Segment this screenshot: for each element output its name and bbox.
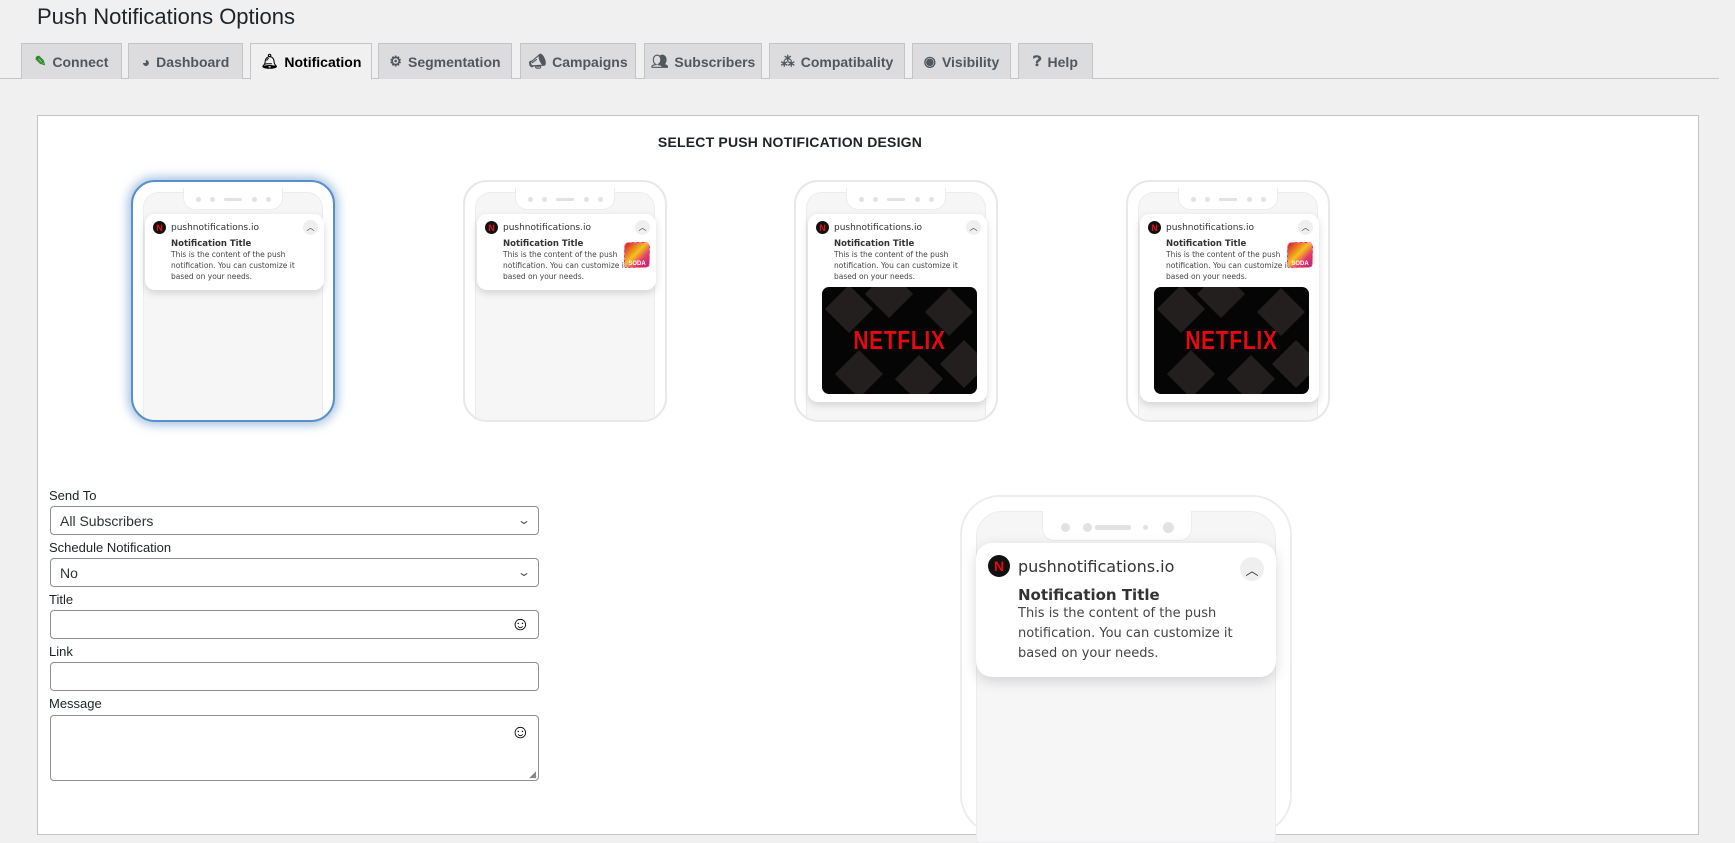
circles-icon: ⁂ [780,53,795,69]
design-heading: SELECT PUSH NOTIFICATION DESIGN [657,134,923,150]
schedule-label: Schedule Notification [49,540,172,555]
tab-dashboard[interactable]: ◕ Dashboard [128,43,243,79]
design-option-icon[interactable]: Npushnotifications.io ︿ SODA Notificatio… [463,180,667,422]
bell-icon: 🔔︎ [260,53,279,69]
netflix-logo-icon: N [1148,221,1161,234]
emoji-picker-icon[interactable]: ☺ [511,722,530,744]
notification-card: Npushnotifications.io ︿ Notification Tit… [808,214,987,402]
title-label: Title [49,592,74,607]
chevron-up-icon: ︿ [635,220,650,235]
send-to-select[interactable]: All Subscribers ⌄ [50,506,539,535]
netflix-logo-icon: N [816,221,829,234]
dashboard-icon: ◕ [141,53,151,70]
users-icon: 👥︎ [650,53,669,69]
message-textarea[interactable]: ☺ ◢ [50,715,539,781]
netflix-banner-image: NETFLIX [822,287,977,394]
emoji-picker-icon[interactable]: ☺ [511,614,530,636]
plug-icon: ✎ [34,53,47,69]
netflix-banner-image: NETFLIX [1154,287,1309,394]
design-option-image[interactable]: Npushnotifications.io ︿ Notification Tit… [794,180,998,422]
title-input[interactable]: ☺ [50,610,539,639]
netflix-logo-icon: N [988,555,1010,577]
message-label: Message [49,696,102,711]
tab-visibility[interactable]: ◉ Visibility [912,43,1011,79]
page-title: Push Notifications Options [37,4,296,29]
chevron-up-icon: ︿ [303,220,318,235]
netflix-logo-icon: N [153,221,166,234]
tab-segmentation[interactable]: ⚙ Segmentation [378,43,512,79]
tab-compatibality[interactable]: ⁂ Compatibality [769,43,905,79]
link-label: Link [49,644,73,659]
tab-connect[interactable]: ✎ Connect [21,43,122,79]
chevron-up-icon: ︿ [966,220,981,235]
candy-app-icon: SODA [1287,242,1313,268]
tab-campaigns[interactable]: 📣︎ Campaigns [520,43,636,79]
tab-help[interactable]: ❓︎ Help [1018,43,1093,79]
tab-bar: ✎ Connect ◕ Dashboard 🔔︎ Notification ⚙ Segm… [0,43,1719,80]
notification-card: Npushnotifications.io ︿ SODA Notificatio… [477,214,656,290]
chevron-up-icon[interactable]: ︿ [1240,557,1264,581]
design-option-icon-image[interactable]: Npushnotifications.io ︿ SODA Notificatio… [1126,180,1330,422]
megaphone-icon: 📣︎ [528,53,547,69]
chevron-down-icon: ⌄ [516,513,532,527]
tab-subscribers[interactable]: 👥︎ Subscribers [644,43,762,79]
netflix-logo-icon: N [485,221,498,234]
preview-notification-card: Npushnotifications.io ︿ Notification Tit… [976,543,1276,677]
send-to-label: Send To [49,488,97,503]
help-icon: ❓︎ [1033,53,1042,69]
tab-notification[interactable]: 🔔︎ Notification [250,43,372,80]
eye-icon: ◉ [923,53,936,69]
chevron-up-icon: ︿ [1298,220,1313,235]
notification-card: Npushnotifications.io ︿ Notification Tit… [145,214,324,290]
schedule-select[interactable]: No ⌄ [50,558,539,587]
design-option-basic[interactable]: Npushnotifications.io ︿ Notification Tit… [131,180,335,422]
resize-handle-icon[interactable]: ◢ [529,769,536,780]
gear-icon: ⚙ [389,53,402,69]
candy-app-icon: SODA [624,242,650,268]
link-input[interactable] [50,662,539,691]
notification-card: Npushnotifications.io ︿ SODA Notificatio… [1140,214,1319,402]
chevron-down-icon: ⌄ [516,565,532,579]
